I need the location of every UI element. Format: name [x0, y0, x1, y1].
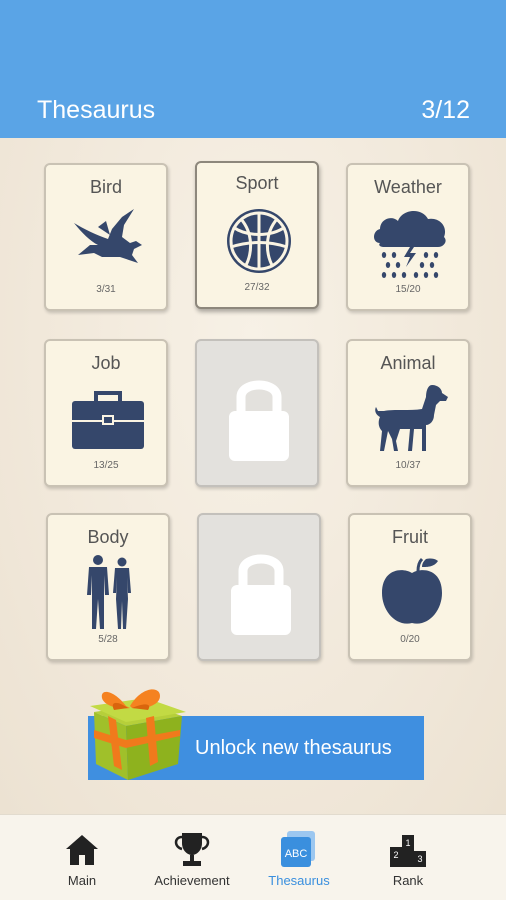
app-header: Thesaurus 3/12	[0, 0, 506, 138]
unlock-label: Unlock new thesaurus	[195, 737, 392, 759]
bottom-tab-bar: Main Achievement ABC Thesaurus 2 1 3 Ran…	[0, 814, 506, 900]
card-name: Sport	[235, 173, 279, 193]
card-locked-2[interactable]	[197, 513, 321, 661]
thesaurus-grid: Bird 3/31 Sport 27/32 Weather 15/20 Job …	[0, 138, 506, 814]
card-bird[interactable]: Bird 3/31	[44, 163, 168, 311]
human-body-icon	[70, 555, 150, 629]
card-weather[interactable]: Weather 15/20	[346, 163, 470, 311]
tab-main[interactable]: Main	[27, 815, 137, 900]
card-progress: 0/20	[400, 634, 420, 645]
abc-icon-text: ABC	[285, 848, 308, 860]
page-title: Thesaurus	[37, 96, 156, 124]
card-progress: 15/20	[395, 284, 421, 295]
unlocked-count: 3/12	[421, 96, 470, 124]
podium-first-number: 1	[405, 838, 410, 848]
tab-label: Rank	[392, 873, 424, 888]
briefcase-icon	[68, 381, 148, 455]
card-body[interactable]: Body 5/28	[46, 513, 170, 661]
card-progress: 10/37	[395, 460, 421, 471]
podium-icon: 2 1 3	[388, 829, 428, 869]
card-name: Weather	[374, 177, 442, 197]
trophy-icon	[172, 829, 212, 869]
tab-thesaurus[interactable]: ABC Thesaurus	[244, 815, 354, 900]
tab-achievement[interactable]: Achievement	[137, 815, 247, 900]
card-progress: 13/25	[93, 460, 119, 471]
rain-cloud-icon	[370, 205, 450, 279]
tab-label: Achievement	[154, 873, 230, 888]
gift-box-icon	[86, 676, 186, 780]
card-job[interactable]: Job 13/25	[44, 339, 168, 487]
card-name: Body	[87, 527, 129, 547]
card-progress: 3/31	[96, 284, 116, 295]
card-progress: 27/32	[244, 282, 270, 293]
card-progress: 5/28	[98, 634, 118, 645]
lock-icon	[229, 547, 293, 635]
apple-icon	[372, 555, 452, 629]
card-sport[interactable]: Sport 27/32	[195, 161, 319, 309]
card-locked-1[interactable]	[195, 339, 319, 487]
dog-icon	[370, 381, 450, 455]
tab-label: Thesaurus	[268, 873, 330, 888]
tab-label: Main	[67, 873, 97, 888]
podium-third-number: 3	[417, 854, 422, 864]
card-name: Animal	[380, 353, 436, 373]
basketball-icon	[219, 203, 299, 277]
bird-icon	[68, 205, 148, 279]
lock-icon	[227, 373, 291, 461]
abc-book-icon: ABC	[279, 829, 319, 869]
house-icon	[62, 829, 102, 869]
tab-rank[interactable]: 2 1 3 Rank	[353, 815, 463, 900]
card-name: Fruit	[392, 527, 428, 547]
podium-second-number: 2	[393, 850, 398, 860]
card-fruit[interactable]: Fruit 0/20	[348, 513, 472, 661]
card-animal[interactable]: Animal 10/37	[346, 339, 470, 487]
card-name: Bird	[89, 177, 122, 197]
card-name: Job	[91, 353, 121, 373]
